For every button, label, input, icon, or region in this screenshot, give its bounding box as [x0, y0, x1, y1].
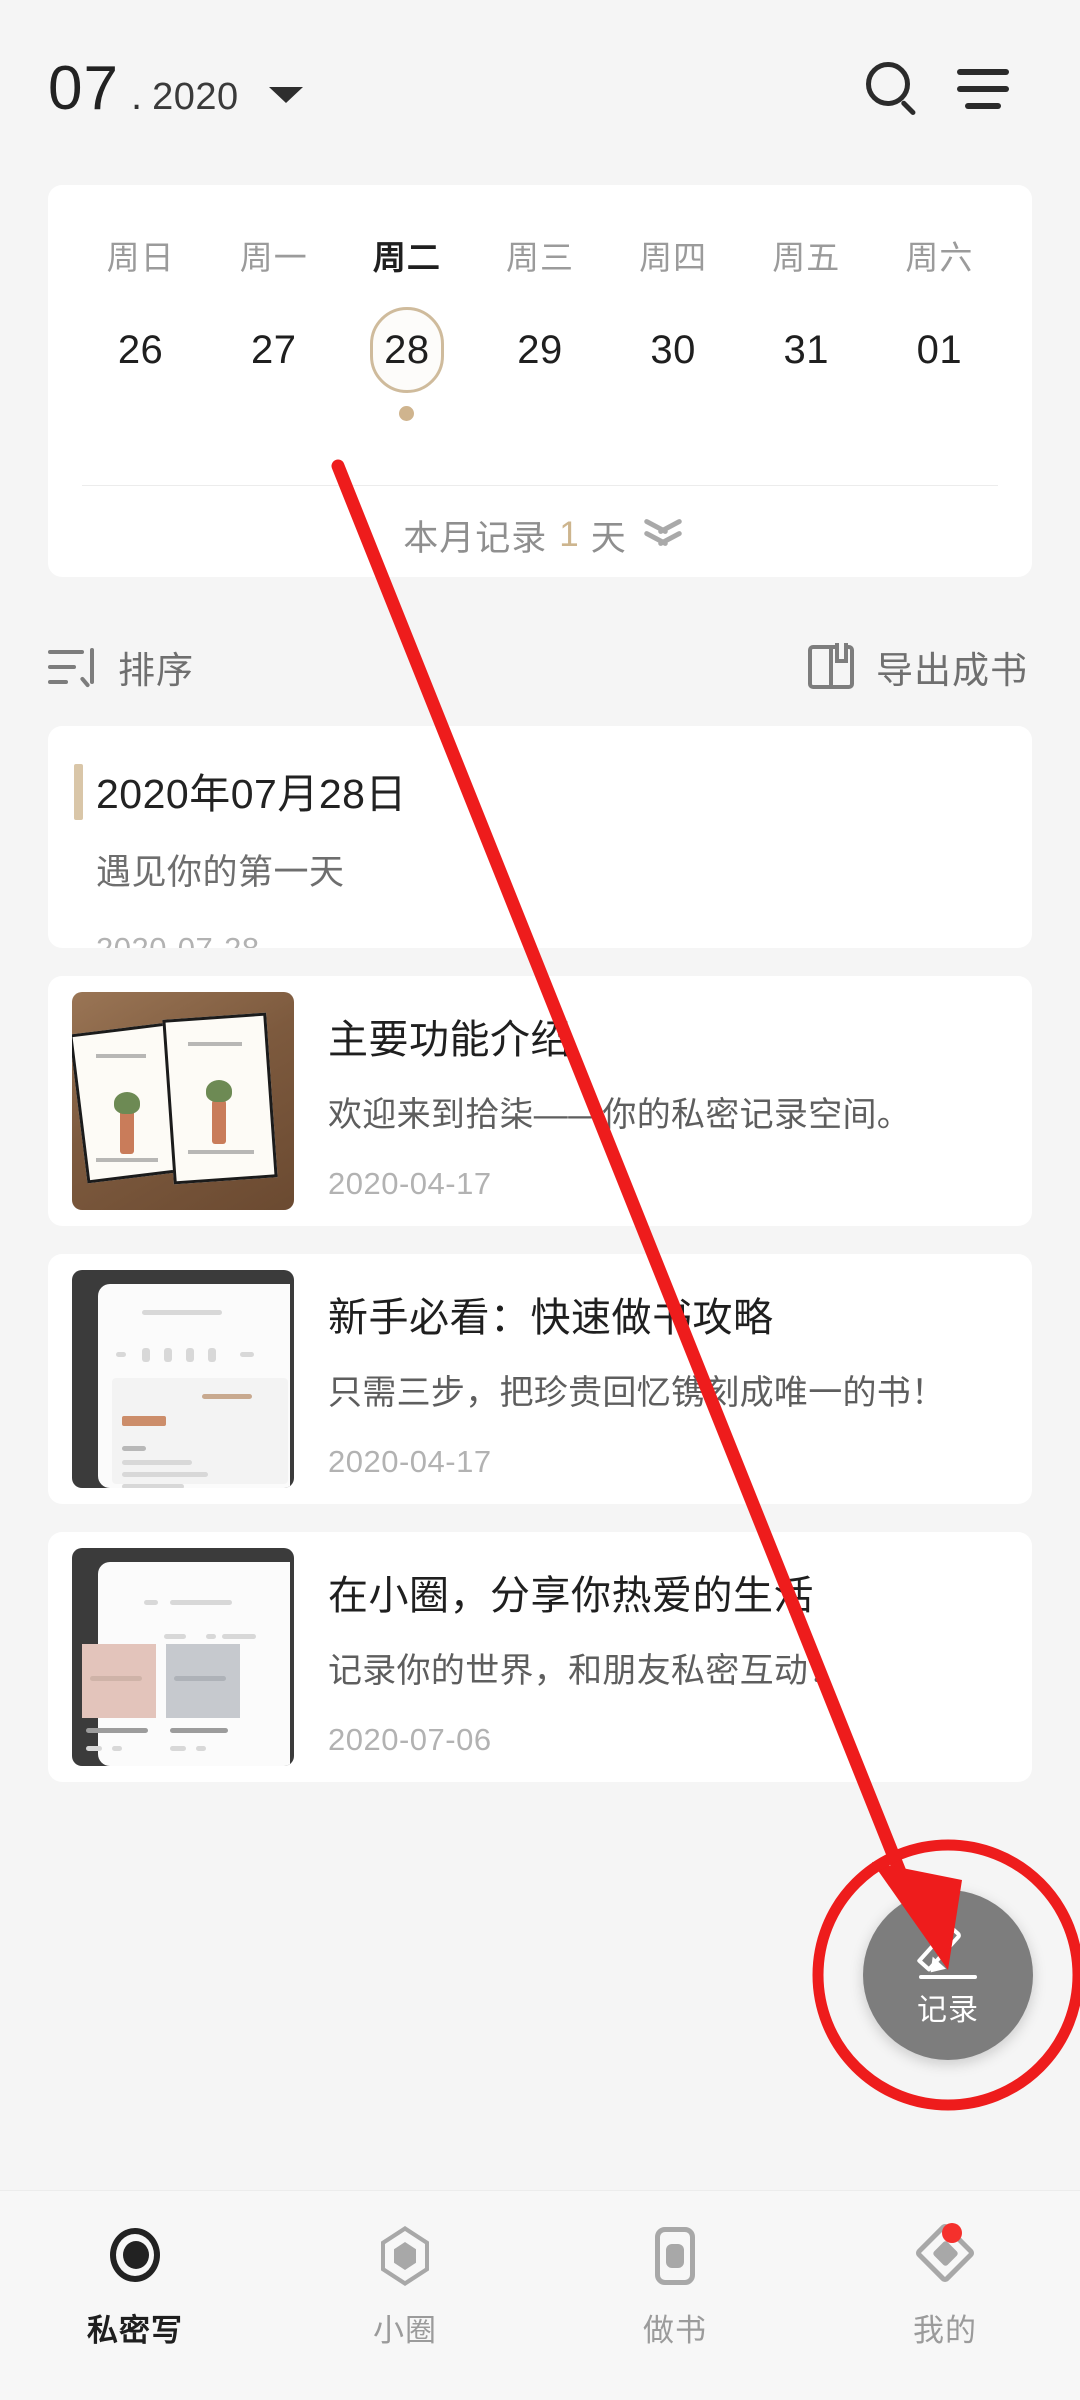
hamburger-menu-icon [957, 69, 1009, 109]
entry-date: 2020-07-06 [328, 1721, 492, 1757]
weekday-3: 周三 [505, 239, 574, 276]
entry-accent-bar [74, 764, 83, 820]
calendar-day-row: 26 27 28 29 30 31 01 [48, 279, 1032, 421]
phone-mockup-thumbnail [72, 1270, 294, 1488]
tab-label: 私密写 [87, 2313, 183, 2348]
export-book-button[interactable]: 导出成书 [808, 640, 1028, 694]
entry-title: 新手必看：快速做书攻略 [328, 1295, 774, 1340]
calendar-weekday-row: 周日 周一 周二 周三 周四 周五 周六 [48, 185, 1032, 279]
entry-subtitle: 记录你的世界，和朋友私密互动！ [328, 1651, 843, 1690]
double-chevron-down-icon [643, 518, 683, 549]
weekday-2: 周二 [372, 239, 441, 276]
calendar-day-01[interactable]: 01 [873, 307, 1006, 421]
list-item[interactable]: 新手必看：快速做书攻略 只需三步，把珍贵回忆镌刻成唯一的书！ 2020-04-1… [48, 1254, 1032, 1504]
sort-button[interactable]: 排序 [48, 640, 194, 694]
list-item[interactable]: 主要功能介绍 欢迎来到拾柒——你的私密记录空间。 2020-04-17 [48, 976, 1032, 1226]
has-entry-dot [399, 406, 415, 421]
entry-body: 新手必看：快速做书攻略 只需三步，把珍贵回忆镌刻成唯一的书！ 2020-04-1… [294, 1279, 1000, 1480]
entry-date: 2020-07-28 [96, 931, 992, 948]
entry-date: 2020-04-17 [328, 1165, 492, 1201]
hexagon-icon [374, 2225, 436, 2287]
calendar-card: 周日 周一 周二 周三 周四 周五 周六 26 27 28 29 30 31 0… [48, 185, 1032, 577]
app-header: 07 . 2020 [0, 0, 1080, 178]
tab-private-write[interactable]: 私密写 [0, 2225, 270, 2350]
day-number: 28 [369, 307, 444, 393]
day-number: 29 [517, 327, 563, 372]
month-year-selector[interactable]: 07 . 2020 [48, 58, 303, 120]
entry-subtitle: 只需三步，把珍贵回忆镌刻成唯一的书！ [328, 1373, 946, 1412]
calendar-day-29[interactable]: 29 [473, 307, 606, 421]
weekday-4: 周四 [639, 239, 708, 276]
search-button[interactable] [848, 44, 938, 134]
entry-subtitle: 欢迎来到拾柒——你的私密记录空间。 [328, 1095, 912, 1134]
tab-mine[interactable]: 我的 [810, 2221, 1080, 2350]
open-book-icon [808, 643, 854, 689]
entry-title: 2020年07月28日 [96, 771, 407, 817]
month-summary-prefix: 本月记录 [403, 518, 548, 558]
month-summary-count: 1 [559, 515, 579, 554]
weekday-6: 周六 [905, 239, 974, 276]
entry-subtitle: 遇见你的第一天 [96, 853, 345, 892]
weekday-1: 周一 [239, 239, 308, 276]
diamond-icon [913, 2221, 977, 2287]
calendar-day-30[interactable]: 30 [607, 307, 740, 421]
calendar-divider [82, 485, 998, 486]
entry-title: 主要功能介绍 [328, 1017, 571, 1062]
rounded-square-icon [644, 2225, 706, 2287]
entry-title: 在小圈，分享你热爱的生活 [328, 1573, 814, 1618]
list-item[interactable]: 在小圈，分享你热爱的生活 记录你的世界，和朋友私密互动！ 2020-07-06 [48, 1532, 1032, 1782]
circle-dot-icon [104, 2225, 166, 2287]
tab-label: 小圈 [373, 2313, 437, 2348]
day-number: 31 [783, 327, 830, 372]
weekday-5: 周五 [772, 239, 841, 276]
weekday-0: 周日 [106, 239, 175, 276]
bottom-navigation-bar: 私密写 小圈 做书 我的 [0, 2190, 1080, 2400]
books-photo-thumbnail [72, 992, 294, 1210]
record-fab-button[interactable]: 记录 [863, 1890, 1033, 2060]
tab-small-circle[interactable]: 小圈 [270, 2225, 540, 2350]
tab-make-book[interactable]: 做书 [540, 2225, 810, 2350]
entry-body: 主要功能介绍 欢迎来到拾柒——你的私密记录空间。 2020-04-17 [294, 1001, 1000, 1202]
tab-label: 我的 [913, 2313, 977, 2348]
fab-label: 记录 [917, 1994, 979, 2027]
entry-list: 2020年07月28日 遇见你的第一天 2020-07-28 主要功能介绍 欢迎… [48, 726, 1032, 1810]
calendar-day-26[interactable]: 26 [74, 307, 207, 421]
header-month: 07 [48, 54, 119, 123]
day-number: 01 [916, 327, 963, 372]
search-icon [866, 62, 920, 116]
menu-button[interactable] [938, 44, 1028, 134]
entry-date: 2020-04-17 [328, 1443, 492, 1479]
month-summary-toggle[interactable]: 本月记录 1 天 [48, 495, 1032, 575]
export-label: 导出成书 [876, 650, 1028, 691]
day-number: 27 [250, 327, 297, 372]
header-separator: . [130, 74, 143, 118]
month-summary-suffix: 天 [590, 518, 627, 558]
calendar-day-27[interactable]: 27 [207, 307, 340, 421]
list-item[interactable]: 2020年07月28日 遇见你的第一天 2020-07-28 [48, 726, 1032, 948]
circle-feed-thumbnail [72, 1548, 294, 1766]
sort-lines-icon [48, 646, 96, 688]
app-screen: 07 . 2020 周日 周一 周二 周三 周四 周五 周六 26 27 28 … [0, 0, 1080, 2400]
entry-body: 在小圈，分享你热爱的生活 记录你的世界，和朋友私密互动！ 2020-07-06 [294, 1557, 1000, 1758]
calendar-day-31[interactable]: 31 [740, 307, 873, 421]
tab-label: 做书 [643, 2313, 707, 2348]
day-number: 26 [117, 327, 164, 372]
calendar-day-28-selected[interactable]: 28 [340, 307, 473, 421]
chevron-down-icon [268, 87, 303, 103]
sort-label: 排序 [118, 650, 194, 691]
header-year: 2020 [152, 76, 239, 118]
day-number: 30 [650, 327, 696, 372]
notification-badge-dot [942, 2223, 962, 2243]
pencil-icon [915, 1921, 981, 1981]
list-toolbar: 排序 导出成书 [0, 608, 1080, 726]
